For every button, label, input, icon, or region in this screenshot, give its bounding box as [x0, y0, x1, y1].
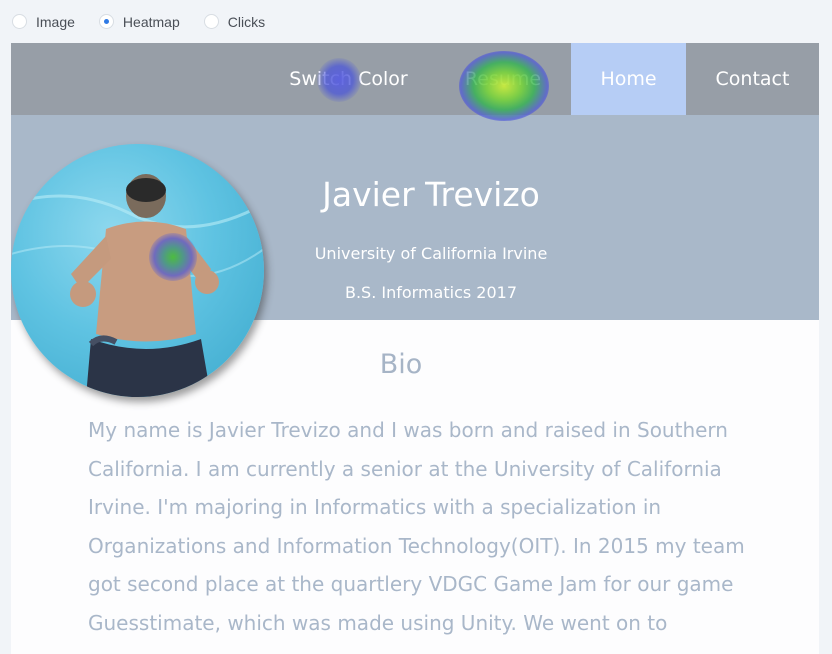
- heatmap-label: Heatmap: [122, 13, 180, 30]
- view-mode-selector: Image Heatmap Clicks: [0, 0, 832, 43]
- nav-resume[interactable]: Resume: [452, 43, 554, 115]
- clicks-label: Clicks: [227, 13, 266, 30]
- mode-option-clicks[interactable]: Clicks: [203, 13, 273, 30]
- profile-photo: [11, 144, 264, 397]
- mode-option-heatmap[interactable]: Heatmap: [98, 13, 188, 30]
- nav-contact[interactable]: Contact: [686, 43, 819, 115]
- profile-photo-illustration: [11, 174, 264, 397]
- site-navbar: Switch Color Resume Home Contact: [11, 43, 819, 115]
- mode-option-image[interactable]: Image: [12, 14, 83, 30]
- profile-school: University of California Irvine: [314, 244, 548, 263]
- bio-paragraph: My name is Javier Trevizo and I was born…: [88, 418, 745, 635]
- clicks-radio[interactable]: [203, 14, 219, 29]
- image-label: Image: [36, 13, 75, 30]
- page-preview-frame: Switch Color Resume Home Contact Javier …: [11, 43, 819, 654]
- profile-degree: B.S. Informatics 2017: [344, 283, 517, 302]
- bio-heading: Bio: [379, 349, 423, 380]
- nav-home[interactable]: Home: [571, 43, 686, 115]
- image-radio[interactable]: [12, 14, 27, 29]
- profile-name: Javier Trevizo: [322, 175, 540, 214]
- heatmap-radio[interactable]: [98, 14, 114, 29]
- nav-switch-color[interactable]: Switch Color: [281, 43, 416, 115]
